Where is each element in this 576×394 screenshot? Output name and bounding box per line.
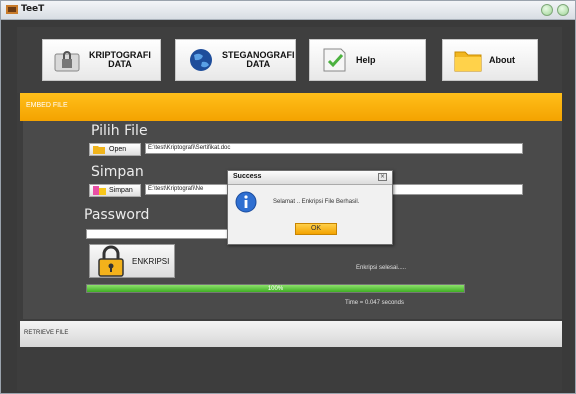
globe-icon [190, 49, 212, 71]
help-label: Help [356, 54, 376, 65]
open-button-label: Open [109, 146, 127, 153]
kriptografi-data-label: KRIPTOGRAFI DATA [89, 50, 151, 69]
simpan-button[interactable]: Simpan [89, 184, 141, 197]
title-bar: TeeT [1, 1, 575, 20]
embed-file-header[interactable]: EMBED FILE [20, 93, 562, 121]
kriptografi-data-button[interactable]: KRIPTOGRAFI DATA [42, 39, 161, 81]
save-icon [93, 186, 106, 195]
dialog-close-button[interactable]: × [378, 173, 387, 181]
time-text: Time = 0.047 seconds [345, 300, 404, 306]
pilih-file-label: Pilih File [91, 123, 148, 139]
minimize-button[interactable] [541, 4, 553, 16]
simpan-button-label: Simpan [109, 187, 133, 194]
file-path-field[interactable]: E:\test\Kriptografi\Sertifikat.doc [145, 143, 523, 154]
simpan-label: Simpan [91, 164, 144, 180]
document-check-icon [323, 48, 346, 72]
progress-text: 100% [267, 286, 284, 292]
app-window: TeeT KRIPTOGRAFI DATA STEGANOGRAFI DATA [0, 0, 576, 394]
padlock-icon [98, 245, 124, 277]
status-text: Enkripsi selesai..... [356, 265, 407, 271]
password-field[interactable] [86, 229, 232, 239]
close-window-button[interactable] [557, 4, 569, 16]
dialog-title-bar: Success × [228, 171, 392, 185]
open-folder-icon [93, 146, 105, 154]
retrieve-file-title: RETRIEVE FILE [24, 330, 69, 336]
password-label: Password [84, 207, 150, 223]
info-icon [235, 191, 257, 213]
window-title: TeeT [21, 4, 45, 14]
ok-button[interactable]: OK [295, 223, 337, 235]
success-dialog: Success × Selamat .. Enkripsi File Berha… [227, 170, 393, 245]
steganografi-data-label: STEGANOGRAFI DATA [222, 50, 295, 69]
lock-folder-icon [54, 51, 80, 72]
about-button[interactable]: About [442, 39, 538, 81]
embed-file-title: EMBED FILE [26, 102, 68, 109]
about-label: About [489, 54, 515, 65]
enkripsi-button[interactable]: ENKRIPSI [89, 244, 175, 278]
progress-bar: 100% [86, 284, 465, 293]
retrieve-file-header[interactable]: RETRIEVE FILE [20, 321, 562, 347]
dialog-title: Success [233, 173, 262, 180]
help-button[interactable]: Help [309, 39, 426, 81]
app-icon [6, 5, 18, 14]
dialog-message: Selamat .. Enkripsi File Berhasil. [273, 199, 360, 205]
open-button[interactable]: Open [89, 143, 141, 156]
steganografi-data-button[interactable]: STEGANOGRAFI DATA [175, 39, 296, 81]
folder-icon [454, 51, 482, 72]
enkripsi-button-label: ENKRIPSI [132, 256, 170, 266]
main-toolbar: KRIPTOGRAFI DATA STEGANOGRAFI DATA Help … [17, 27, 562, 93]
